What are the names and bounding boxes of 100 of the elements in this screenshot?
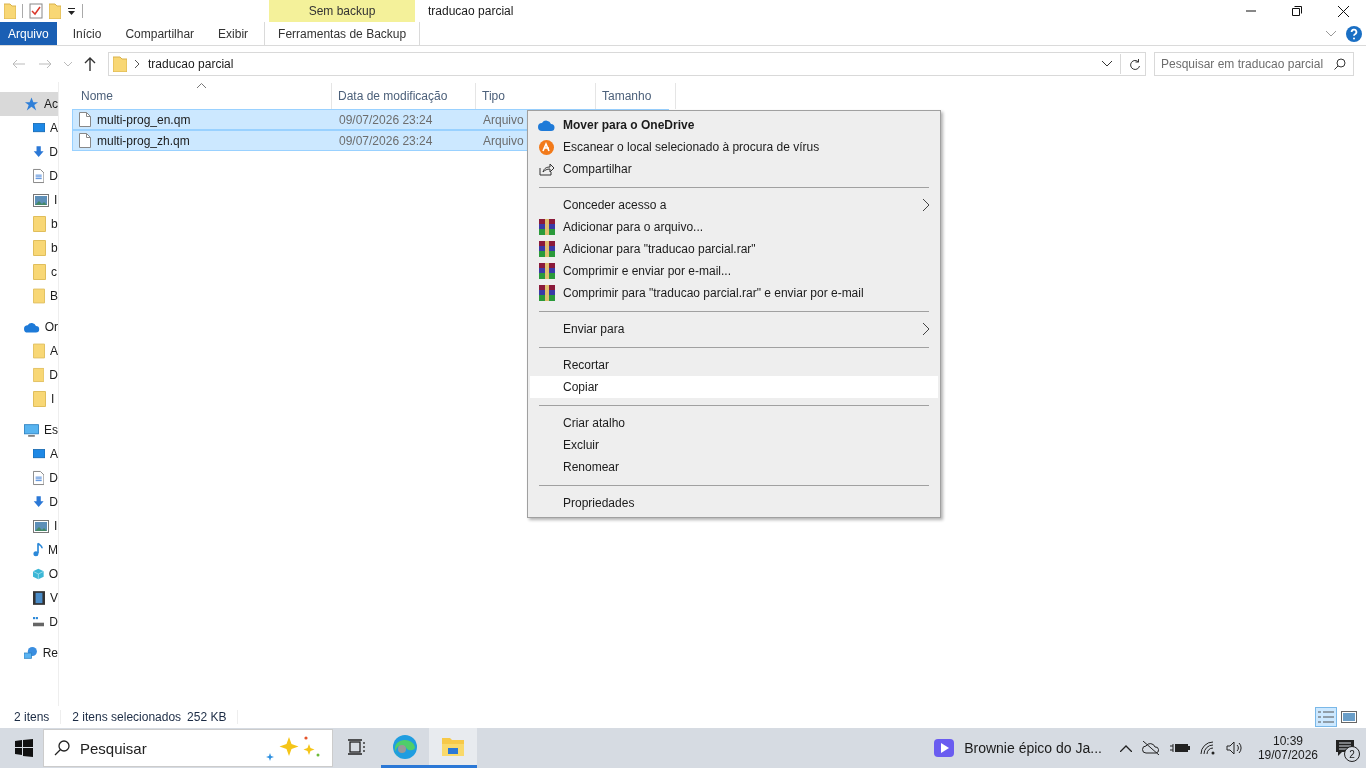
menu-item[interactable]: Conceder acesso a [530, 194, 938, 216]
file-type: Arquivo [482, 112, 525, 127]
network-icon [24, 645, 38, 661]
refresh-icon[interactable] [1129, 57, 1141, 71]
nav-item[interactable]: b [0, 236, 58, 260]
address-bar[interactable]: traducao parcial [108, 52, 1146, 76]
menu-item[interactable]: Enviar para [530, 318, 938, 340]
folder-icon [33, 391, 46, 407]
search-field[interactable]: Pesquisar em traducao parcial [1154, 52, 1354, 76]
checklist-icon[interactable] [29, 3, 43, 19]
nav-item[interactable]: I [0, 514, 58, 538]
shield-icon [539, 139, 554, 155]
play-icon [934, 739, 955, 757]
menu-item[interactable]: Comprimir e enviar por e-mail... [530, 260, 938, 282]
folder-icon [442, 737, 464, 756]
window-title: traducao parcial [427, 4, 515, 18]
cloud-icon [538, 119, 555, 131]
details-view-icon [1318, 710, 1334, 724]
nav-item[interactable]: D [0, 610, 58, 634]
chevron-up-icon[interactable] [1119, 744, 1132, 752]
nav-item[interactable]: I [0, 188, 58, 212]
speaker-icon[interactable] [1225, 741, 1244, 755]
restore-icon[interactable] [1292, 6, 1302, 16]
ribbon-tab[interactable]: Ferramentas de Backup [264, 22, 421, 45]
notification-badge: 2 [1344, 746, 1360, 762]
folder-icon [33, 264, 46, 280]
selection-count: 2 itens selecionados [72, 710, 182, 724]
menu-item[interactable]: Adicionar para "traducao parcial.rar" [530, 238, 938, 260]
share-icon [539, 162, 554, 176]
item-count: 2 itens [14, 710, 50, 724]
windows-start-icon[interactable] [15, 739, 33, 757]
document-icon [33, 168, 45, 184]
menu-item[interactable]: Criar atalho [530, 412, 938, 434]
sparkle-icon [265, 735, 321, 761]
folder-icon [33, 343, 45, 359]
thumbnail-view-icon [1341, 711, 1357, 723]
file-icon [79, 133, 91, 148]
nav-item[interactable]: B [0, 284, 58, 308]
nav-item[interactable]: M [0, 538, 58, 562]
nav-item[interactable]: O [0, 562, 58, 586]
nav-item[interactable]: c [0, 260, 58, 284]
nav-item[interactable]: D [0, 466, 58, 490]
nav-item[interactable]: Es [0, 418, 58, 442]
nav-item[interactable]: Re [0, 641, 58, 665]
file-name: multi-prog_zh.qm [97, 133, 190, 148]
folder-icon [33, 367, 45, 383]
cloud-icon [24, 321, 40, 333]
task-view-icon [348, 738, 366, 755]
nav-item[interactable]: A [0, 339, 58, 363]
nav-item[interactable]: A [0, 442, 58, 466]
nav-item[interactable]: b [0, 212, 58, 236]
modified-date: 09/07/2026 23:24 [338, 112, 434, 127]
nav-item[interactable]: Ac [0, 92, 58, 116]
menu-item[interactable]: Excluir [530, 434, 938, 456]
menu-item[interactable]: Renomear [530, 456, 938, 478]
file-icon [79, 112, 91, 127]
folder-icon [113, 56, 127, 72]
clock-date[interactable]: 19/07/2026 [1257, 748, 1318, 762]
nav-item[interactable]: A [0, 116, 58, 140]
wifi-icon[interactable] [1199, 741, 1216, 755]
up-arrow-icon[interactable] [84, 57, 96, 71]
taskbar-search-field[interactable]: Pesquisar [43, 729, 333, 767]
close-icon[interactable] [1338, 5, 1349, 17]
image-icon [33, 193, 49, 207]
nav-item[interactable]: V [0, 586, 58, 610]
menu-item[interactable]: Recortar [530, 354, 938, 376]
archive-icon [538, 219, 555, 235]
desktop-icon [33, 121, 45, 135]
cloud-offline-icon[interactable] [1141, 741, 1160, 755]
chevron-down-icon[interactable] [1102, 61, 1112, 67]
folder-icon [33, 288, 45, 304]
menu-item[interactable]: Propriedades [530, 492, 938, 514]
browser-icon [393, 734, 417, 759]
computer-icon [24, 422, 39, 438]
taskbar-app[interactable] [429, 728, 477, 768]
menu-item[interactable]: Compartilhar [530, 158, 938, 180]
download-icon [33, 144, 45, 160]
context-tab-header: Sem backup [269, 0, 415, 22]
battery-icon[interactable] [1169, 742, 1190, 754]
archive-icon [538, 285, 555, 301]
nav-item[interactable]: D [0, 164, 58, 188]
music-note-icon [33, 542, 43, 558]
cube-icon [33, 566, 44, 582]
menu-item[interactable]: Copiar [530, 376, 938, 398]
menu-item[interactable]: Adicionar para o arquivo... [530, 216, 938, 238]
ribbon-tab[interactable]: Arquivo [0, 22, 57, 45]
search-icon [1334, 58, 1346, 70]
help-icon[interactable] [1346, 25, 1362, 42]
nav-item[interactable]: I [0, 387, 58, 411]
desktop-icon [33, 447, 45, 461]
menu-item[interactable]: Comprimir para "traducao parcial.rar" e enviar por e-mail [530, 282, 938, 304]
clock-time[interactable]: 10:39 [1272, 734, 1303, 748]
download-icon [33, 494, 45, 510]
nav-item[interactable]: D [0, 363, 58, 387]
media-title[interactable]: Brownie épico do Ja... [964, 740, 1102, 756]
nav-item[interactable]: D [0, 140, 58, 164]
archive-icon [538, 263, 555, 279]
nav-item[interactable]: D [0, 490, 58, 514]
nav-item[interactable]: Or [0, 315, 58, 339]
dropdown-icon[interactable] [67, 6, 76, 16]
